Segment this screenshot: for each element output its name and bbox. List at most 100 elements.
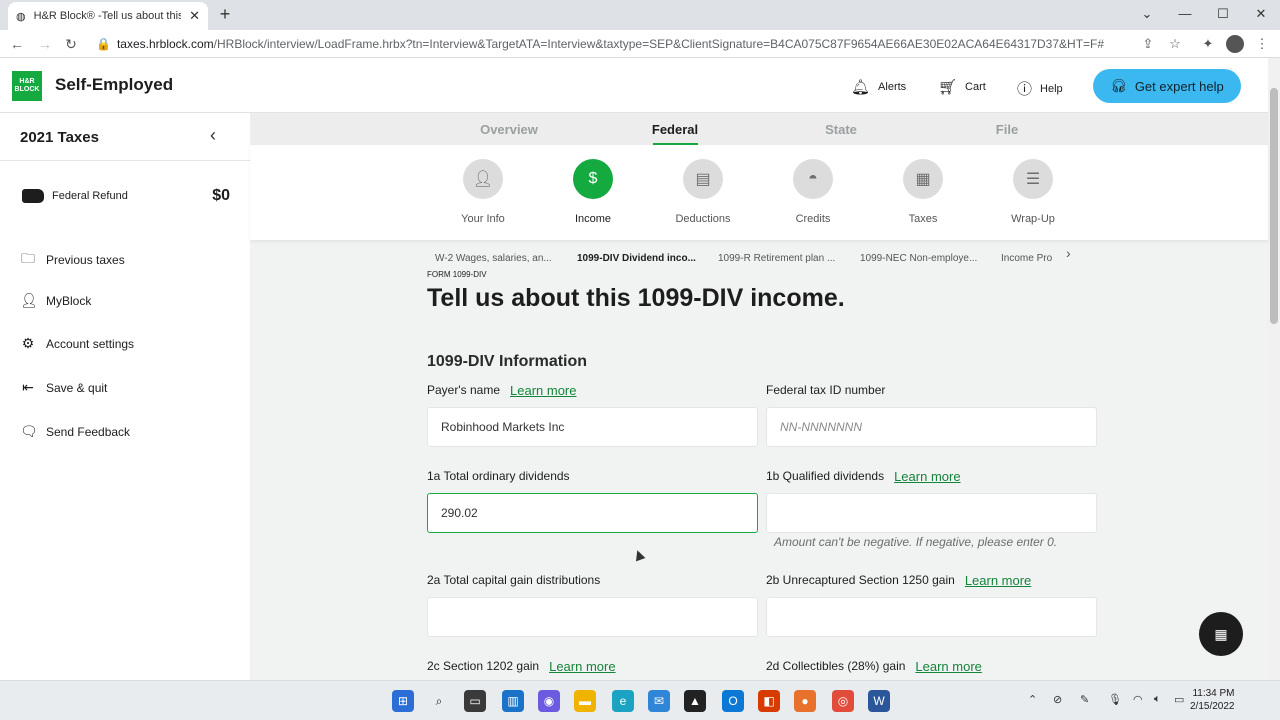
step-income[interactable]: $ Income: [548, 159, 638, 225]
step-label: Income: [574, 213, 612, 225]
step-wrap-up[interactable]: ☰ Wrap-Up: [988, 159, 1078, 225]
step-credits[interactable]: ◓ Credits: [768, 159, 858, 225]
learn-more-link[interactable]: Learn more: [510, 383, 576, 398]
sidebar-item-previous-taxes[interactable]: 🗀 Previous taxes: [20, 248, 125, 272]
substep-next-chevron-icon[interactable]: ›: [1066, 245, 1071, 261]
f2d-label: 2d Collectibles (28%) gain: [766, 659, 906, 673]
battery-icon[interactable]: ▭: [1174, 693, 1184, 706]
reload-button[interactable]: ↻: [60, 34, 82, 54]
url-field[interactable]: 🔒 taxes.hrblock.com/HRBlock/interview/Lo…: [96, 33, 1136, 55]
mail-icon[interactable]: ✉: [648, 690, 670, 712]
f2d-label-row: 2d Collectibles (28%) gain Learn more: [766, 659, 982, 674]
folder-icon: 🗀: [21, 250, 35, 266]
capital-gain-distributions-input[interactable]: [427, 597, 758, 637]
share-icon[interactable]: ⇪: [1138, 34, 1158, 54]
profile-avatar[interactable]: [1226, 35, 1244, 53]
collapse-sidebar-icon[interactable]: ‹: [210, 125, 216, 146]
chrome-icon[interactable]: ◎: [832, 690, 854, 712]
page-scrollbar[interactable]: [1268, 58, 1280, 680]
tray-overflow-icon[interactable]: ⌃: [1028, 693, 1037, 706]
bookmark-star-icon[interactable]: ☆: [1165, 34, 1185, 54]
unrecaptured-1250-gain-input[interactable]: [766, 597, 1097, 637]
lock-icon: 🔒: [96, 37, 111, 51]
f1b-label-row: 1b Qualified dividends Learn more: [766, 469, 961, 484]
close-window-button[interactable]: ✕: [1242, 0, 1280, 30]
phase-file[interactable]: File: [959, 122, 1055, 137]
nvidia-icon[interactable]: ▲: [684, 690, 706, 712]
office-icon[interactable]: ◧: [758, 690, 780, 712]
substep-w2[interactable]: W-2 Wages, salaries, an...: [435, 253, 552, 264]
sidebar-item-send-feedback[interactable]: 🗨︎ Send Feedback: [20, 423, 130, 440]
microphone-icon[interactable]: 🎙︎: [1108, 693, 1122, 706]
step-your-info[interactable]: 👤︎ Your Info: [438, 159, 528, 225]
sidebar-item-myblock[interactable]: 👤︎ MyBlock: [20, 292, 91, 309]
total-ordinary-dividends-input[interactable]: 290.02: [427, 493, 758, 533]
search-icon[interactable]: ⌕: [428, 690, 450, 712]
cart-button[interactable]: 🛒︎ Cart: [938, 78, 986, 96]
address-bar: ← → ↻ 🔒 taxes.hrblock.com/HRBlock/interv…: [0, 30, 1280, 58]
f2a-label: 2a Total capital gain distributions: [427, 573, 601, 587]
tab-search-icon[interactable]: ⌄: [1128, 0, 1166, 30]
menu-kebab-icon[interactable]: ⋮: [1252, 34, 1272, 54]
substep-1099-nec[interactable]: 1099-NEC Non-employe...: [860, 253, 977, 264]
close-tab-icon[interactable]: ✕: [189, 8, 200, 24]
phase-state[interactable]: State: [793, 122, 889, 137]
step-deductions[interactable]: ▤ Deductions: [658, 159, 748, 225]
section-title: 1099-DIV Information: [427, 353, 588, 370]
extensions-icon[interactable]: ✦: [1198, 34, 1218, 54]
federal-tax-id-input[interactable]: NN-NNNNNNN: [766, 407, 1097, 447]
outlook-icon[interactable]: O: [722, 690, 744, 712]
sidebar-item-account-settings[interactable]: ⚙ Account settings: [20, 335, 134, 352]
headset-icon: 🎧︎: [1110, 78, 1127, 93]
widgets-icon[interactable]: ▥: [502, 690, 524, 712]
help-button[interactable]: ⓘ Help: [1017, 78, 1063, 99]
payer-name-label: Payer's name: [427, 383, 500, 397]
learn-more-link[interactable]: Learn more: [549, 659, 615, 674]
refund-label: Federal Refund: [52, 190, 128, 202]
maximize-button[interactable]: ☐: [1204, 0, 1242, 30]
hrblock-logo[interactable]: H&R BLOCK: [12, 71, 42, 101]
phase-overview[interactable]: Overview: [461, 122, 557, 137]
task-view-icon[interactable]: ▭: [464, 690, 486, 712]
substep-1099-div[interactable]: 1099-DIV Dividend inco...: [577, 253, 696, 264]
scroll-thumb[interactable]: [1270, 88, 1278, 324]
learn-more-link[interactable]: Learn more: [894, 469, 960, 484]
app-header: H&R BLOCK Self-Employed 🔔︎ Alerts 🛒︎ Car…: [0, 58, 1268, 113]
sidebar-item-label: MyBlock: [46, 293, 92, 308]
new-tab-button[interactable]: +: [214, 4, 236, 26]
learn-more-link[interactable]: Learn more: [915, 659, 981, 674]
learn-more-link[interactable]: Learn more: [965, 573, 1031, 588]
chat-icon[interactable]: ▦: [1199, 612, 1243, 656]
volume-icon[interactable]: 🔈︎: [1154, 693, 1161, 706]
phase-federal[interactable]: Federal: [627, 122, 723, 137]
tab-title: H&R Block® -Tell us about this 10: [33, 10, 182, 22]
sidebar-item-save-quit[interactable]: ⇤ Save & quit: [20, 379, 107, 396]
windows-start-icon[interactable]: ⊞: [392, 690, 414, 712]
feedback-icon: 🗨︎: [20, 423, 38, 439]
alerts-button[interactable]: 🔔︎ Alerts: [851, 78, 906, 96]
wifi-icon[interactable]: ◠: [1133, 693, 1143, 706]
word-icon[interactable]: W: [868, 690, 890, 712]
browser-tab[interactable]: ◍ H&R Block® -Tell us about this 10 ✕: [8, 2, 208, 30]
cart-label: Cart: [965, 81, 986, 93]
tray-pen-icon[interactable]: ✎: [1080, 693, 1089, 706]
edge-icon[interactable]: e: [612, 690, 634, 712]
qualified-dividends-input[interactable]: [766, 493, 1097, 533]
tray-app-icon[interactable]: ⊘: [1053, 693, 1062, 706]
substep-income-pro[interactable]: Income Pro: [1001, 253, 1052, 264]
app-icon[interactable]: ●: [794, 690, 816, 712]
get-expert-help-button[interactable]: 🎧︎ Get expert help: [1093, 69, 1241, 103]
substep-1099-r[interactable]: 1099-R Retirement plan ...: [718, 253, 835, 264]
url-path: /HRBlock/interview/LoadFrame.hrbx?tn=Int…: [213, 37, 1105, 51]
file-explorer-icon[interactable]: ▬: [574, 690, 596, 712]
forward-button[interactable]: →: [34, 34, 56, 54]
chat-teams-icon[interactable]: ◉: [538, 690, 560, 712]
federal-refund: Federal Refund $0: [22, 187, 230, 205]
system-clock[interactable]: 11:34 PM 2/15/2022: [1190, 687, 1235, 713]
gear-icon: ⚙: [21, 335, 35, 351]
windows-taskbar: ⊞ ⌕ ▭ ▥ ◉ ▬ e ✉ ▲ O ◧ ● ◎ W ⌃ ⊘ ✎ 🎙︎ ◠ 🔈…: [0, 680, 1280, 720]
back-button[interactable]: ←: [6, 34, 28, 54]
minimize-button[interactable]: —: [1166, 0, 1204, 30]
step-taxes[interactable]: ▦ Taxes: [878, 159, 968, 225]
payer-name-input[interactable]: Robinhood Markets Inc: [427, 407, 758, 447]
